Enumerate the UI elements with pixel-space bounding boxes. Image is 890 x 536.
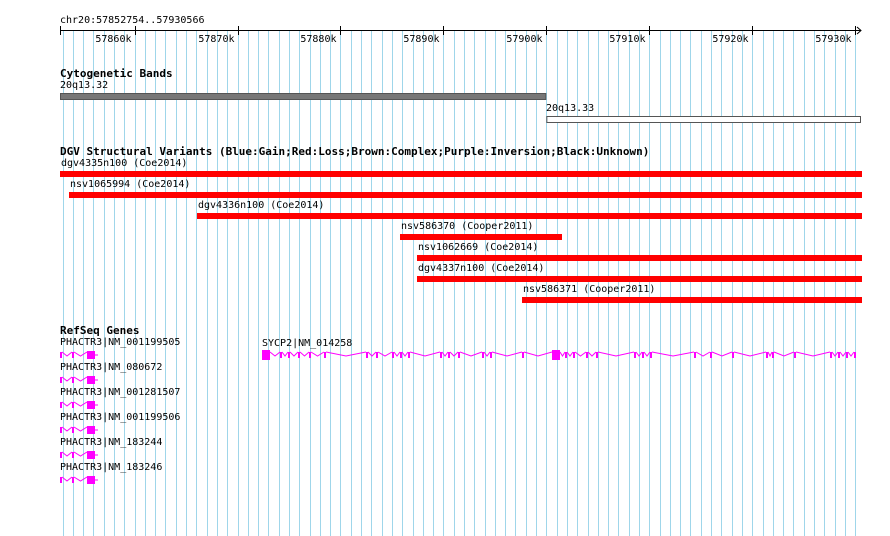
variant-label: nsv586371 (Cooper2011) (523, 284, 656, 295)
tracks-container: 57860k 57870k 57880k 57890k 57900k 57910k 5792… (0, 0, 890, 536)
gene-label: PHACTR3|NM_001281507 (60, 387, 181, 398)
ruler-tick-label: 57930k (815, 34, 852, 45)
variant-label: nsv1062669 (Coe2014) (418, 242, 539, 253)
gene-label: PHACTR3|NM_183246 (60, 462, 163, 473)
dgv-track-title: DGV Structural Variants (Blue:Gain;Red:L… (60, 145, 650, 158)
variant-label: dgv4336n100 (Coe2014) (198, 200, 325, 211)
gene-label: PHACTR3|NM_183244 (60, 437, 163, 448)
ruler-tick-label: 57870k (198, 34, 235, 45)
ruler-tick-label: 57900k (506, 34, 543, 45)
variant-label: nsv1065994 (Coe2014) (70, 179, 191, 190)
ruler-tick-label: 57890k (403, 34, 440, 45)
cytoband-label: 20q13.32 (60, 80, 109, 91)
gene-label: PHACTR3|NM_001199506 (60, 412, 181, 423)
ruler-tick-label: 57880k (300, 34, 337, 45)
gene-label: PHACTR3|NM_001199505 (60, 337, 181, 348)
variant-label: dgv4337n100 (Coe2014) (418, 263, 545, 274)
refseq-track-title: RefSeq Genes (60, 324, 140, 337)
genome-browser-view: 57860k 57870k 57880k 57890k 57900k 57910k 5792… (0, 0, 890, 536)
ruler-tick-label: 57860k (95, 34, 132, 45)
variant-label: dgv4335n100 (Coe2014) (61, 158, 188, 169)
gene-label: SYCP2|NM_014258 (262, 338, 353, 349)
variant-label: nsv586370 (Cooper2011) (401, 221, 534, 232)
ruler-tick-label: 57910k (609, 34, 646, 45)
gene-label: PHACTR3|NM_080672 (60, 362, 163, 373)
ruler-location-label: chr20:57852754..57930566 (60, 15, 205, 26)
cytoband-track-title: Cytogenetic Bands (60, 67, 173, 80)
cytoband-label: 20q13.33 (546, 103, 595, 114)
ruler-tick-label: 57920k (712, 34, 749, 45)
